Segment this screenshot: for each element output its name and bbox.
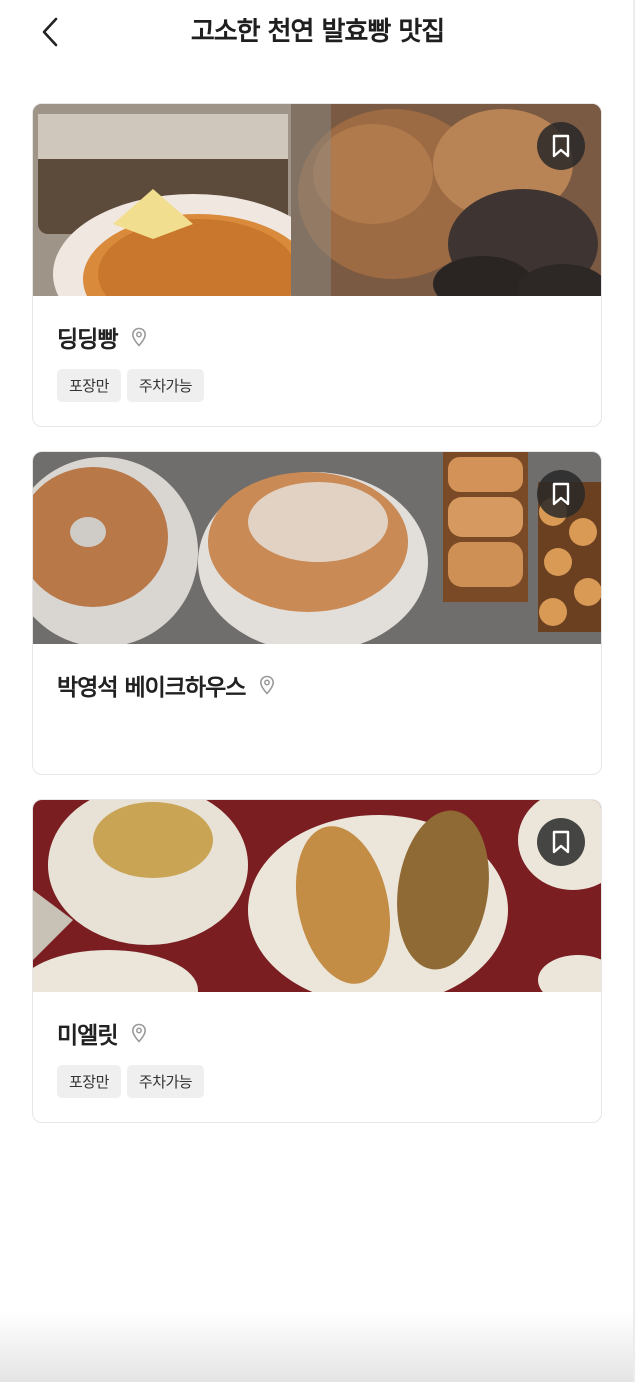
restaurant-photo: [33, 452, 601, 644]
tag-takeout: 포장만: [57, 369, 121, 402]
bookmark-icon: [552, 134, 570, 158]
restaurant-photo: [33, 800, 601, 992]
restaurant-name: 미엘릿: [57, 1023, 118, 1049]
bookmark-button[interactable]: [537, 470, 585, 518]
tag-takeout: 포장만: [57, 1065, 121, 1098]
page-title: 고소한 천연 발효빵 맛집: [190, 17, 445, 47]
bookmark-button[interactable]: [537, 818, 585, 866]
top-app-bar: 고소한 천연 발효빵 맛집: [0, 0, 635, 68]
restaurant-photo: [33, 104, 601, 296]
bottom-fade-overlay: [0, 1312, 635, 1382]
tag-parking: 주차가능: [126, 1065, 205, 1098]
restaurant-title-row: 미엘릿: [57, 1016, 149, 1050]
restaurant-name: 딩딩빵: [57, 327, 118, 353]
tag-list: 포장만 주차가능: [57, 369, 205, 402]
restaurant-card[interactable]: 미엘릿 포장만 주차가능: [32, 799, 602, 1123]
restaurant-name: 박영석 베이크하우스: [57, 675, 246, 701]
tag-parking: 주차가능: [126, 369, 205, 402]
restaurant-card[interactable]: 박영석 베이크하우스: [32, 451, 602, 775]
map-pin-icon[interactable]: [259, 674, 277, 696]
bookmark-icon: [552, 830, 570, 854]
restaurant-title-row: 딩딩빵: [57, 320, 149, 354]
tag-list: 포장만 주차가능: [57, 1065, 205, 1098]
bookmark-icon: [552, 482, 570, 506]
bookmark-button[interactable]: [537, 122, 585, 170]
map-pin-icon[interactable]: [131, 326, 149, 348]
map-pin-icon[interactable]: [131, 1022, 149, 1044]
restaurant-card[interactable]: 딩딩빵 포장만 주차가능: [32, 103, 602, 427]
restaurant-title-row: 박영석 베이크하우스: [57, 668, 277, 702]
